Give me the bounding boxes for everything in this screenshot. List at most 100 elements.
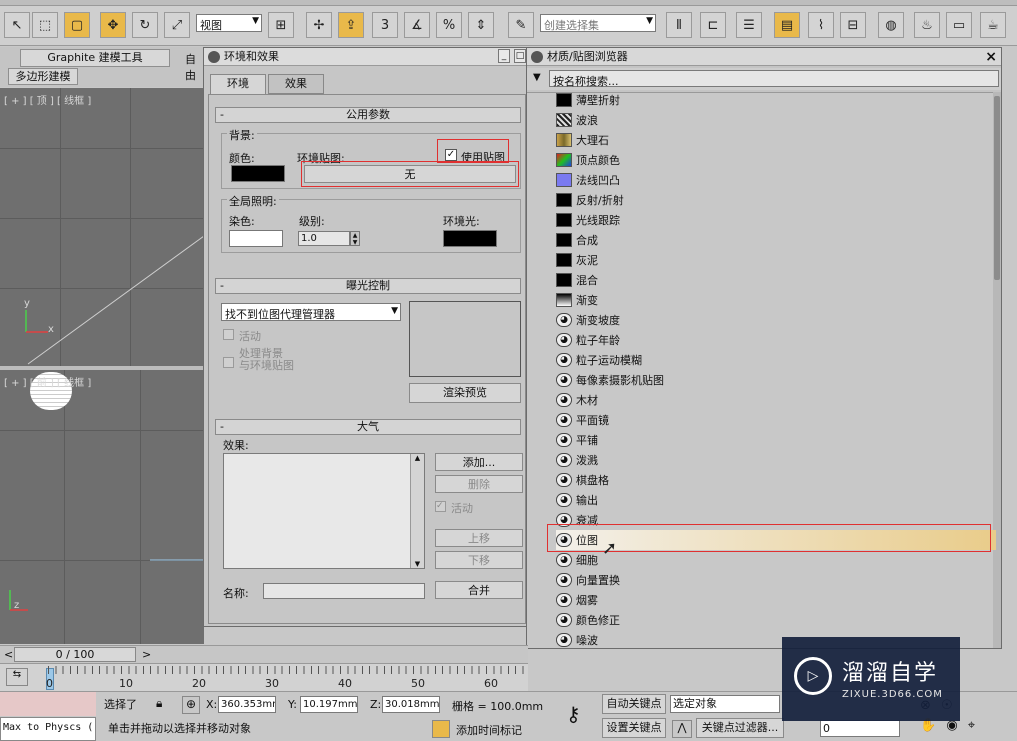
selected-object-dropdown[interactable]: 选定对象 xyxy=(670,695,780,713)
selection-set-dropdown[interactable]: 创建选择集 ▼ xyxy=(540,14,656,32)
browser-list-item[interactable]: ◕ 平面镜 xyxy=(556,410,996,430)
track-bar[interactable]: ⇆ xyxy=(0,663,528,691)
minimize-icon[interactable]: _ xyxy=(498,49,510,63)
manipulate-icon[interactable]: ✢ xyxy=(306,12,332,38)
options-dropdown-icon[interactable]: ▼ xyxy=(533,72,541,83)
render-icon[interactable]: ☕ xyxy=(980,12,1006,38)
y-coordinate-input[interactable]: 10.197mm xyxy=(300,696,358,713)
mirror-icon[interactable]: ⫴ xyxy=(666,12,692,38)
curve-editor-icon[interactable]: ⌇ xyxy=(808,12,834,38)
view-dropdown[interactable]: 视图 ▼ xyxy=(196,14,262,32)
viewport-front[interactable]: [ + ] [ 前 ] [ 线框 ] z xyxy=(0,370,204,644)
track-bar-icon[interactable]: ⇆ xyxy=(6,668,28,686)
angle-snap-icon[interactable]: ∡ xyxy=(404,12,430,38)
browser-search-input[interactable]: 按名称搜索... xyxy=(549,70,999,88)
rollout-atmosphere[interactable]: - 大气 xyxy=(215,419,521,435)
frame-counter[interactable]: 0 / 100 xyxy=(14,647,136,662)
rollout-exposure[interactable]: - 曝光控制 xyxy=(215,278,521,294)
ambient-color-swatch[interactable] xyxy=(443,230,497,247)
process-bg-checkbox[interactable] xyxy=(223,357,234,368)
tab-polygon-modeling[interactable]: 多边形建模 xyxy=(8,68,78,85)
browser-list-item[interactable]: ◕ 粒子年龄 xyxy=(556,330,996,350)
lock-selection-icon[interactable]: 🔒︎ xyxy=(156,696,172,712)
delete-effect-button[interactable]: 删除 xyxy=(435,475,523,493)
viewport-top[interactable]: [ + ] [ 顶 ] [ 线框 ] y x xyxy=(0,88,204,366)
browser-list-item[interactable]: 波浪 xyxy=(556,110,996,130)
select-icon[interactable]: ↖ xyxy=(4,12,30,38)
add-time-tag[interactable]: 添加时间标记 xyxy=(456,722,522,738)
tint-color-swatch[interactable] xyxy=(229,230,283,247)
browser-list-item[interactable]: 法线凹凸 xyxy=(556,170,996,190)
x-coordinate-input[interactable]: 360.353mr xyxy=(218,696,276,713)
browser-list-item[interactable]: 灰泥 xyxy=(556,250,996,270)
browser-list-item[interactable]: ◕ 输出 xyxy=(556,490,996,510)
z-coordinate-input[interactable]: 30.018mm xyxy=(382,696,440,713)
set-key-button[interactable]: 设置关键点 xyxy=(602,718,666,738)
tab-environment[interactable]: 环境 xyxy=(210,74,266,94)
browser-list-item[interactable]: ◕ 颜色修正 xyxy=(556,610,996,630)
time-next-icon[interactable]: > xyxy=(142,648,151,661)
browser-list-item[interactable]: ◕ 木材 xyxy=(556,390,996,410)
auto-key-button[interactable]: 自动关键点 xyxy=(602,694,666,714)
scroll-up-icon[interactable]: ▲ xyxy=(411,454,424,462)
layer-icon[interactable]: ☰ xyxy=(736,12,762,38)
window-crossing-icon[interactable]: ▢ xyxy=(64,12,90,38)
align-icon[interactable]: ⊏ xyxy=(700,12,726,38)
graphite-toggle-icon[interactable]: ▤ xyxy=(774,12,800,38)
maxscript-listener-white[interactable]: Max to Physcs ( xyxy=(0,717,96,741)
browser-list-item[interactable]: ◕ 棋盘格 xyxy=(556,470,996,490)
time-prev-icon[interactable]: < xyxy=(4,648,13,661)
key-mode-icon[interactable]: ⋀ xyxy=(672,720,692,738)
atmosphere-active-checkbox[interactable]: ✓ xyxy=(435,501,446,512)
material-editor-icon[interactable]: ◍ xyxy=(878,12,904,38)
move-up-button[interactable]: 上移 xyxy=(435,529,523,547)
render-frame-icon[interactable]: ▭ xyxy=(946,12,972,38)
effect-name-input[interactable] xyxy=(263,583,425,599)
browser-list-item[interactable]: 混合 xyxy=(556,270,996,290)
tab-graphite[interactable]: Graphite 建模工具 xyxy=(20,49,170,67)
browser-list-item[interactable]: ◕ 每像素摄影机贴图 xyxy=(556,370,996,390)
browser-list-item[interactable]: 合成 xyxy=(556,230,996,250)
tab-effects[interactable]: 效果 xyxy=(268,74,324,94)
background-color-swatch[interactable] xyxy=(231,165,285,182)
browser-list-item[interactable]: ◕ 渐变坡度 xyxy=(556,310,996,330)
scroll-down-icon[interactable]: ▼ xyxy=(411,560,424,568)
browser-list-item[interactable]: 渐变 xyxy=(556,290,996,310)
close-icon[interactable]: × xyxy=(985,48,997,66)
browser-list-item[interactable]: ◕ 向量置换 xyxy=(556,570,996,590)
render-setup-icon[interactable]: ♨ xyxy=(914,12,940,38)
merge-button[interactable]: 合并 xyxy=(435,581,523,599)
percent-snap-icon[interactable]: % xyxy=(436,12,462,38)
level-spinner[interactable]: 1.0 xyxy=(298,231,350,246)
maxscript-listener-pink[interactable] xyxy=(0,692,96,716)
key-filters-button[interactable]: 关键点过滤器... xyxy=(696,718,784,738)
tab-freeform[interactable]: 自由 xyxy=(185,51,204,83)
exposure-active-checkbox[interactable] xyxy=(223,329,234,340)
browser-list-item[interactable]: 顶点颜色 xyxy=(556,150,996,170)
time-tag-icon[interactable] xyxy=(432,720,450,738)
browser-list-item[interactable]: 反射/折射 xyxy=(556,190,996,210)
browser-list-item[interactable]: 光线跟踪 xyxy=(556,210,996,230)
pivot-icon[interactable]: ⊞ xyxy=(268,12,294,38)
frame-input[interactable]: 0 xyxy=(820,720,900,737)
exposure-dropdown[interactable]: 找不到位图代理管理器 ▼ xyxy=(221,303,401,321)
browser-list-item[interactable]: 大理石 xyxy=(556,130,996,150)
browser-list-item[interactable]: ◕ 平铺 xyxy=(556,430,996,450)
edit-named-sets-icon[interactable]: ✎ xyxy=(508,12,534,38)
rect-select-icon[interactable]: ⬚ xyxy=(32,12,58,38)
spinner-snap-icon[interactable]: ⇕ xyxy=(468,12,494,38)
browser-list-item[interactable]: ◕ 粒子运动模糊 xyxy=(556,350,996,370)
rollout-common-params[interactable]: - 公用参数 xyxy=(215,107,521,123)
add-effect-button[interactable]: 添加... xyxy=(435,453,523,471)
maximize-icon[interactable]: □ xyxy=(514,49,526,63)
effects-list[interactable]: ▲ ▼ xyxy=(223,453,425,569)
key-icon[interactable]: ⚷ xyxy=(566,702,581,726)
render-preview-button[interactable]: 渲染预览 xyxy=(409,383,521,403)
snap-icon[interactable]: 3 xyxy=(372,12,398,38)
scale-icon[interactable]: ⤢ xyxy=(164,12,190,38)
time-slider[interactable]: < 0 / 100 > xyxy=(0,645,528,663)
browser-list-item[interactable]: ◕ 泼溅 xyxy=(556,450,996,470)
move-down-button[interactable]: 下移 xyxy=(435,551,523,569)
move-icon[interactable]: ✥ xyxy=(100,12,126,38)
schematic-icon[interactable]: ⊟ xyxy=(840,12,866,38)
